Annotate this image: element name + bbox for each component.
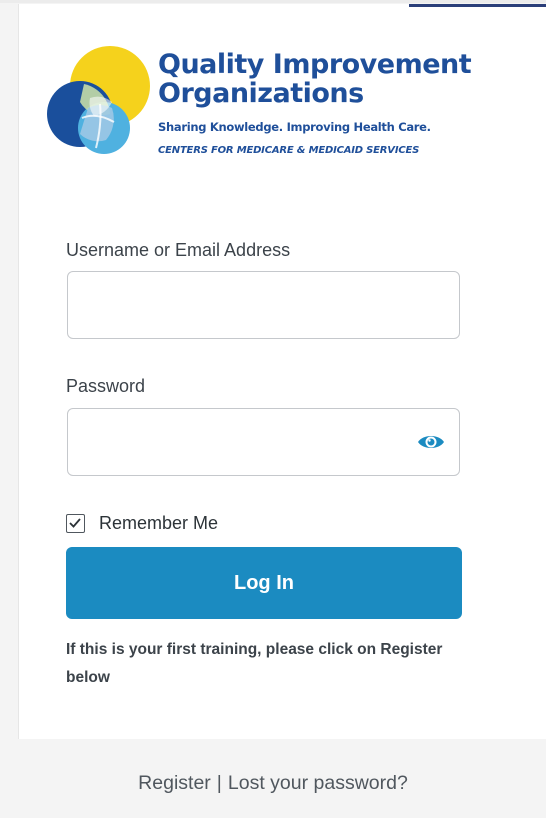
remember-me-checkbox[interactable]	[66, 513, 85, 533]
bottom-links: Register | Lost your password?	[0, 772, 546, 795]
lost-password-link[interactable]: Lost your password?	[228, 772, 408, 794]
register-link[interactable]: Register	[138, 772, 211, 794]
logo-tagline: Sharing Knowledge. Improving Health Care…	[158, 120, 431, 134]
username-label: Username or Email Address	[66, 240, 291, 260]
eye-icon[interactable]	[417, 431, 445, 453]
password-label: Password	[66, 376, 146, 396]
logo-title-line1: Quality Improvement	[158, 49, 472, 80]
password-field-box	[67, 408, 460, 476]
login-button[interactable]: Log In	[66, 547, 462, 619]
username-input[interactable]	[68, 272, 408, 338]
browser-top-edge	[0, 0, 546, 3]
remember-me-label: Remember Me	[99, 512, 219, 533]
login-page: Quality Improvement Organizations Sharin…	[0, 0, 546, 818]
logo-title: Quality Improvement Organizations	[158, 49, 472, 109]
first-training-notice: If this is your first training, please c…	[66, 641, 443, 686]
logo-cms-text: CENTERS FOR MEDICARE & MEDICAID SERVICES	[158, 145, 420, 156]
link-separator: |	[216, 772, 222, 794]
logo-title-line2: Organizations	[158, 78, 364, 109]
qio-logo-mark-icon	[47, 46, 150, 154]
checkmark-icon	[69, 517, 81, 528]
qio-logo[interactable]: Quality Improvement Organizations Sharin…	[44, 44, 504, 164]
remember-me-row[interactable]: Remember Me	[66, 511, 218, 535]
top-accent-rule	[409, 4, 546, 7]
username-field-box	[67, 271, 460, 339]
password-input[interactable]	[68, 409, 408, 475]
